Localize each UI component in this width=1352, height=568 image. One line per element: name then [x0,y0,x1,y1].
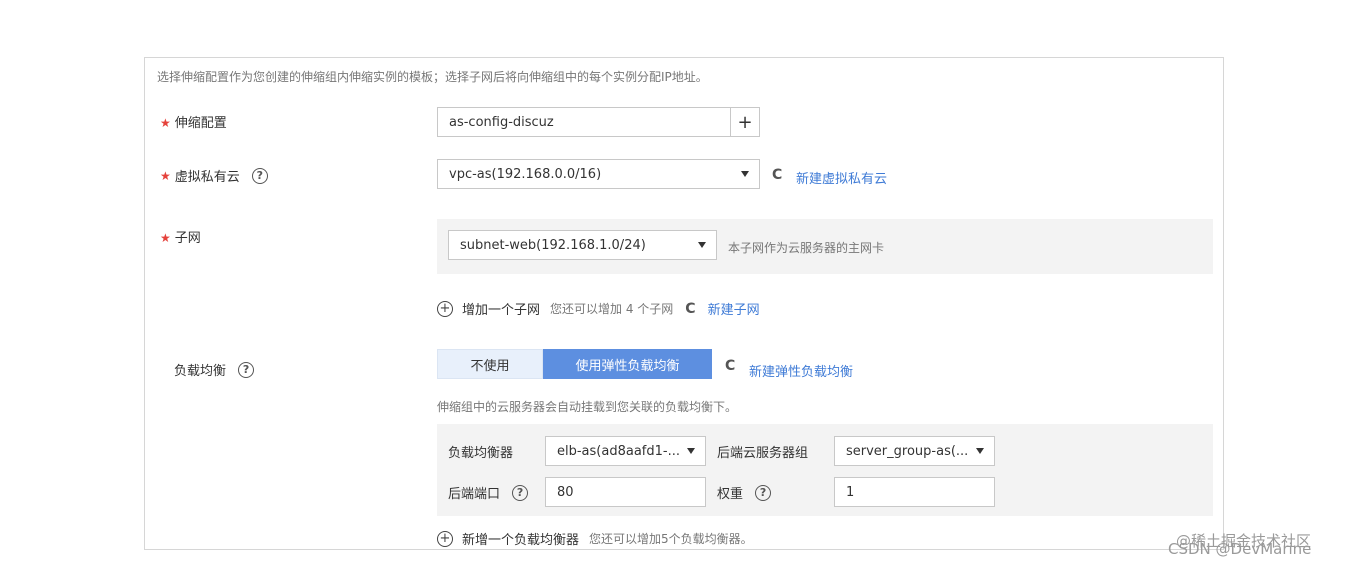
as-config-input[interactable]: as-config-discuz [437,107,731,137]
question-circle-icon[interactable]: ? [238,361,255,378]
backend-port-label: 后端端口 [448,487,501,502]
balancer-select[interactable]: elb-as(ad8aafd1-... [545,436,706,466]
add-lb-row: + 新增一个负载均衡器 您还可以增加5个负载均衡器。 [437,529,753,548]
chevron-down-icon [698,242,706,248]
balancer-label: 负载均衡器 [448,446,514,461]
question-circle-icon[interactable]: ? [755,484,772,501]
subnet-label-row: ★ 子网 [160,227,201,246]
backend-group-value: server_group-as(... [846,443,969,459]
as-config-value: as-config-discuz [449,114,554,130]
add-subnet-button[interactable]: 增加一个子网 [462,299,540,318]
watermark-csdn: CSDN @DevMarine [1168,540,1312,558]
lb-option-none[interactable]: 不使用 [437,349,543,379]
chevron-down-icon [976,448,984,454]
subnet-label: 子网 [174,231,201,246]
backend-port-label-row: 后端端口 ? [448,483,529,502]
intro-text: 选择伸缩配置作为您创建的伸缩组内伸缩实例的模板；选择子网后将向伸缩组中的每个实例… [157,70,708,84]
as-config-label-row: ★ 伸缩配置 [160,112,227,131]
required-mark: ★ [160,116,171,130]
as-config-label: 伸缩配置 [174,116,227,131]
vpc-label-row: ★ 虚拟私有云 ? [160,166,268,185]
lb-label: 负载均衡 [174,364,227,379]
required-mark: ★ [160,168,171,183]
subnet-value: subnet-web(192.168.1.0/24) [460,237,646,253]
subnet-note: 本子网作为云服务器的主网卡 [728,241,885,255]
create-subnet-link[interactable]: 新建子网 [708,299,760,318]
weight-input[interactable]: 1 [834,477,995,507]
vpc-select[interactable]: vpc-as(192.168.0.0/16) [437,159,760,189]
create-vpc-link[interactable]: 新建虚拟私有云 [796,168,887,187]
add-subnet-hint: 您还可以增加 4 个子网 [550,302,674,316]
plus-circle-icon[interactable]: + [437,530,453,547]
add-lb-button[interactable]: 新增一个负载均衡器 [462,529,579,548]
subnet-select[interactable]: subnet-web(192.168.1.0/24) [448,230,717,260]
plus-circle-icon[interactable]: + [437,300,453,317]
required-mark: ★ [160,231,171,245]
lb-label-row: 负载均衡 ? [174,360,255,379]
lb-description: 伸缩组中的云服务器会自动挂载到您关联的负载均衡下。 [437,400,738,414]
backend-group-select[interactable]: server_group-as(... [834,436,995,466]
lb-option-elb[interactable]: 使用弹性负载均衡 [543,349,712,379]
backend-port-input[interactable]: 80 [545,477,706,507]
vpc-value: vpc-as(192.168.0.0/16) [449,166,602,182]
weight-label: 权重 [717,487,744,502]
chevron-down-icon [741,171,749,177]
weight-value: 1 [846,484,855,500]
plus-icon: + [737,111,753,133]
backend-group-label: 后端云服务器组 [717,446,809,461]
add-subnet-row: + 增加一个子网 您还可以增加 4 个子网 C 新建子网 [437,299,760,318]
add-lb-hint: 您还可以增加5个负载均衡器。 [589,532,753,546]
vpc-label: 虚拟私有云 [174,170,240,185]
refresh-icon[interactable]: C [725,358,735,374]
balancer-value: elb-as(ad8aafd1-... [557,443,680,459]
add-as-config-button[interactable]: + [730,107,760,137]
backend-port-value: 80 [557,484,574,500]
refresh-icon[interactable]: C [772,167,782,183]
question-circle-icon[interactable]: ? [251,167,268,184]
refresh-icon[interactable]: C [685,301,695,317]
chevron-down-icon [687,448,695,454]
question-circle-icon[interactable]: ? [512,484,529,501]
create-elb-link[interactable]: 新建弹性负载均衡 [749,361,853,380]
weight-label-row: 权重 ? [717,483,772,502]
